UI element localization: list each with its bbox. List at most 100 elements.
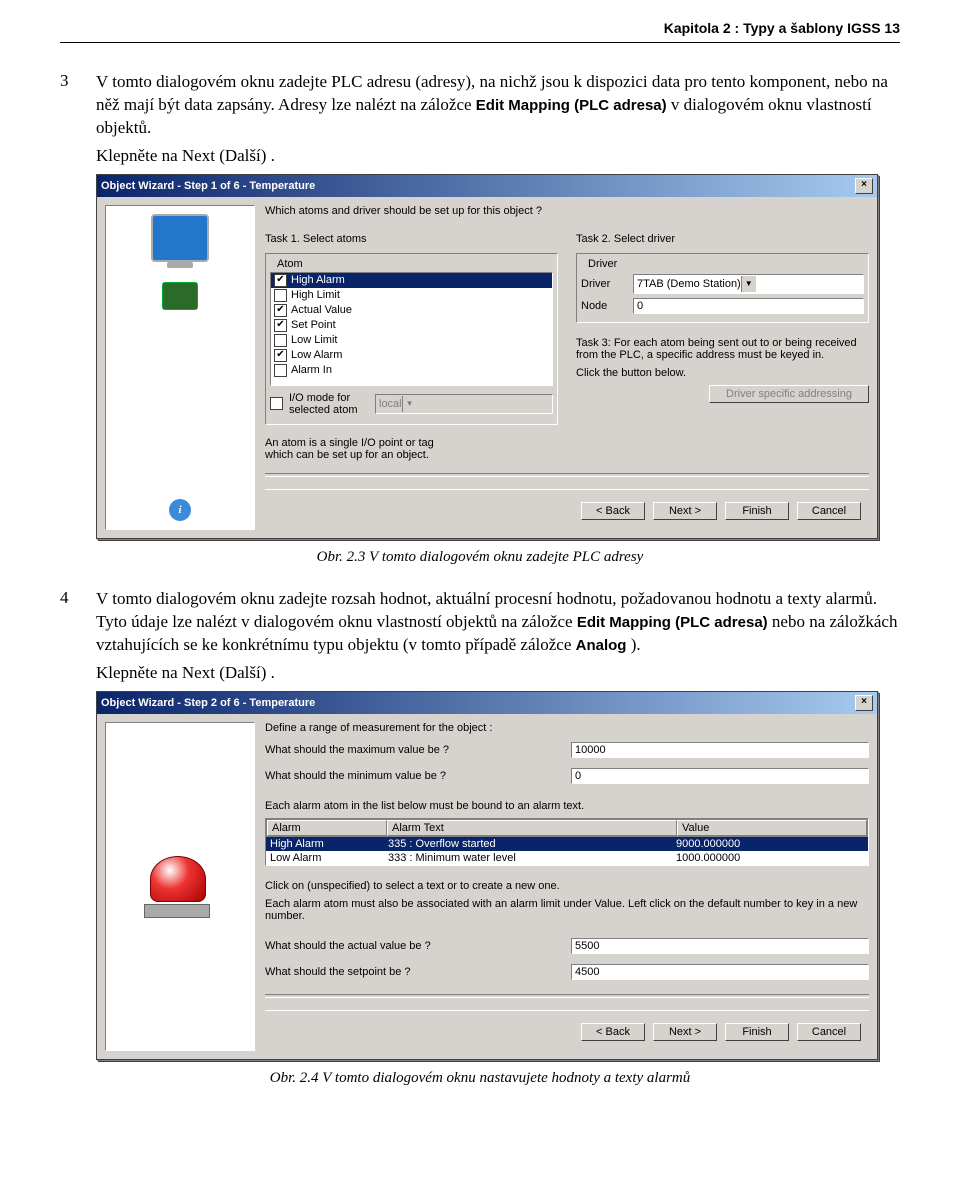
setpoint-label: What should the setpoint be ?: [265, 966, 565, 978]
checkbox-icon[interactable]: ✔: [274, 319, 287, 332]
chevron-down-icon: ▼: [402, 396, 417, 412]
finish-button[interactable]: Finish: [725, 1023, 789, 1041]
step3-bold-1: Edit Mapping (PLC adresa): [476, 97, 667, 114]
step4-text-c: ).: [631, 635, 641, 654]
checkbox-icon[interactable]: [274, 364, 287, 377]
setpoint-field[interactable]: 4500: [571, 964, 869, 980]
actual-value-label: What should the actual value be ?: [265, 940, 565, 952]
chevron-down-icon[interactable]: ▼: [741, 276, 756, 292]
separator: [265, 473, 869, 477]
atom-item[interactable]: ✔ Actual Value: [271, 303, 552, 318]
cancel-button[interactable]: Cancel: [797, 502, 861, 520]
driver-group-label: Driver: [585, 258, 620, 270]
figure-caption-2-3: Obr. 2.3 V tomto dialogovém oknu zadejte…: [60, 549, 900, 566]
atom-label: High Alarm: [291, 273, 345, 288]
cell-alarm: Low Alarm: [266, 851, 384, 865]
io-mode-combo: local ▼: [375, 394, 553, 414]
cancel-button[interactable]: Cancel: [797, 1023, 861, 1041]
info-icon: i: [169, 499, 191, 521]
checkbox-icon[interactable]: [270, 397, 283, 410]
checkbox-icon[interactable]: [274, 289, 287, 302]
step3-click-a: Klepněte na: [96, 146, 182, 165]
step4-click-b: Next (Další): [182, 663, 267, 682]
atom-label: Alarm In: [291, 363, 332, 378]
dialog-step2: Object Wizard - Step 2 of 6 - Temperatur…: [96, 691, 878, 1060]
atom-item[interactable]: High Limit: [271, 288, 552, 303]
checkbox-icon[interactable]: ✔: [274, 304, 287, 317]
monitor-icon: [151, 214, 209, 262]
driver-combo[interactable]: 7TAB (Demo Station) ▼: [633, 274, 864, 294]
actual-value-field[interactable]: 5500: [571, 938, 869, 954]
cell-text: 333 : Minimum water level: [384, 851, 672, 865]
max-value-label: What should the maximum value be ?: [265, 744, 565, 756]
atom-item[interactable]: ✔ Low Alarm: [271, 348, 552, 363]
step4-paragraph: V tomto dialogovém oknu zadejte rozsah h…: [96, 588, 900, 657]
io-mode-value: local: [379, 398, 402, 410]
step3-paragraph: V tomto dialogovém oknu zadejte PLC adre…: [96, 71, 900, 140]
max-value-field[interactable]: 10000: [571, 742, 869, 758]
range-prompt: Define a range of measurement for the ob…: [265, 722, 869, 734]
table-row[interactable]: Low Alarm 333 : Minimum water level 1000…: [266, 851, 868, 865]
atom-listbox[interactable]: ✔ High Alarm High Limit ✔ Actual Value ✔ Se…: [270, 272, 553, 386]
atom-label: Low Limit: [291, 333, 337, 348]
next-button[interactable]: Next >: [653, 1023, 717, 1041]
task2-label: Task 2. Select driver: [576, 233, 869, 245]
step3-click-c: .: [271, 146, 275, 165]
step4-click-a: Klepněte na: [96, 663, 182, 682]
page-header: Kapitola 2 : Typy a šablony IGSS 13: [60, 20, 900, 42]
cell-alarm: High Alarm: [266, 837, 384, 851]
atom-group-label: Atom: [274, 258, 306, 270]
click-below-text: Click the button below.: [576, 367, 869, 379]
step-number-4: 4: [60, 588, 96, 608]
close-icon[interactable]: ×: [855, 178, 873, 194]
alarm-bind-prompt: Each alarm atom in the list below must b…: [265, 800, 869, 812]
atom-item[interactable]: Low Limit: [271, 333, 552, 348]
close-icon[interactable]: ×: [855, 695, 873, 711]
node-label: Node: [581, 300, 627, 312]
cell-value: 1000.000000: [672, 851, 868, 865]
alarm-table[interactable]: Alarm Alarm Text Value High Alarm 335 : …: [265, 818, 869, 866]
step3-click-b: Next (Další): [182, 146, 267, 165]
dialog2-title: Object Wizard - Step 2 of 6 - Temperatur…: [101, 697, 315, 709]
th-value: Value: [677, 820, 867, 836]
atom-item[interactable]: ✔ High Alarm: [271, 273, 552, 288]
device-icon: [162, 282, 198, 310]
node-field[interactable]: 0: [633, 298, 864, 314]
atom-item[interactable]: ✔ Set Point: [271, 318, 552, 333]
finish-button[interactable]: Finish: [725, 502, 789, 520]
step4-bold-1: Edit Mapping (PLC adresa): [577, 614, 768, 631]
cell-text: 335 : Overflow started: [384, 837, 672, 851]
figure-caption-2-4: Obr. 2.4 V tomto dialogovém oknu nastavu…: [60, 1070, 900, 1087]
io-mode-label: I/O mode for selected atom: [289, 392, 369, 416]
min-value-field[interactable]: 0: [571, 768, 869, 784]
atom-label: Set Point: [291, 318, 336, 333]
separator: [265, 994, 869, 998]
next-button[interactable]: Next >: [653, 502, 717, 520]
dialog2-sidepanel: [105, 722, 255, 1051]
table-row[interactable]: High Alarm 335 : Overflow started 9000.0…: [266, 837, 868, 851]
th-alarm: Alarm: [267, 820, 387, 836]
cell-value: 9000.000000: [672, 837, 868, 851]
back-button[interactable]: < Back: [581, 502, 645, 520]
atom-label: High Limit: [291, 288, 340, 303]
checkbox-icon[interactable]: [274, 334, 287, 347]
step4-click-c: .: [271, 663, 275, 682]
driver-value: 7TAB (Demo Station): [637, 278, 741, 290]
atom-label: Actual Value: [291, 303, 352, 318]
task1-label: Task 1. Select atoms: [265, 233, 558, 245]
driver-label: Driver: [581, 278, 627, 290]
dialog-step1: Object Wizard - Step 1 of 6 - Temperatur…: [96, 174, 878, 539]
th-text: Alarm Text: [387, 820, 677, 836]
dialog1-prompt: Which atoms and driver should be set up …: [265, 205, 869, 217]
checkbox-icon[interactable]: ✔: [274, 274, 287, 287]
step4-click-line: Klepněte na Next (Další) .: [96, 663, 900, 683]
checkbox-icon[interactable]: ✔: [274, 349, 287, 362]
atom-item[interactable]: Alarm In: [271, 363, 552, 378]
min-value-label: What should the minimum value be ?: [265, 770, 565, 782]
atom-label: Low Alarm: [291, 348, 342, 363]
back-button[interactable]: < Back: [581, 1023, 645, 1041]
bell-icon: [150, 856, 210, 916]
dialog1-title: Object Wizard - Step 1 of 6 - Temperatur…: [101, 180, 315, 192]
step3-click-line: Klepněte na Next (Další) .: [96, 146, 900, 166]
driver-specific-addressing-button: Driver specific addressing: [709, 385, 869, 403]
